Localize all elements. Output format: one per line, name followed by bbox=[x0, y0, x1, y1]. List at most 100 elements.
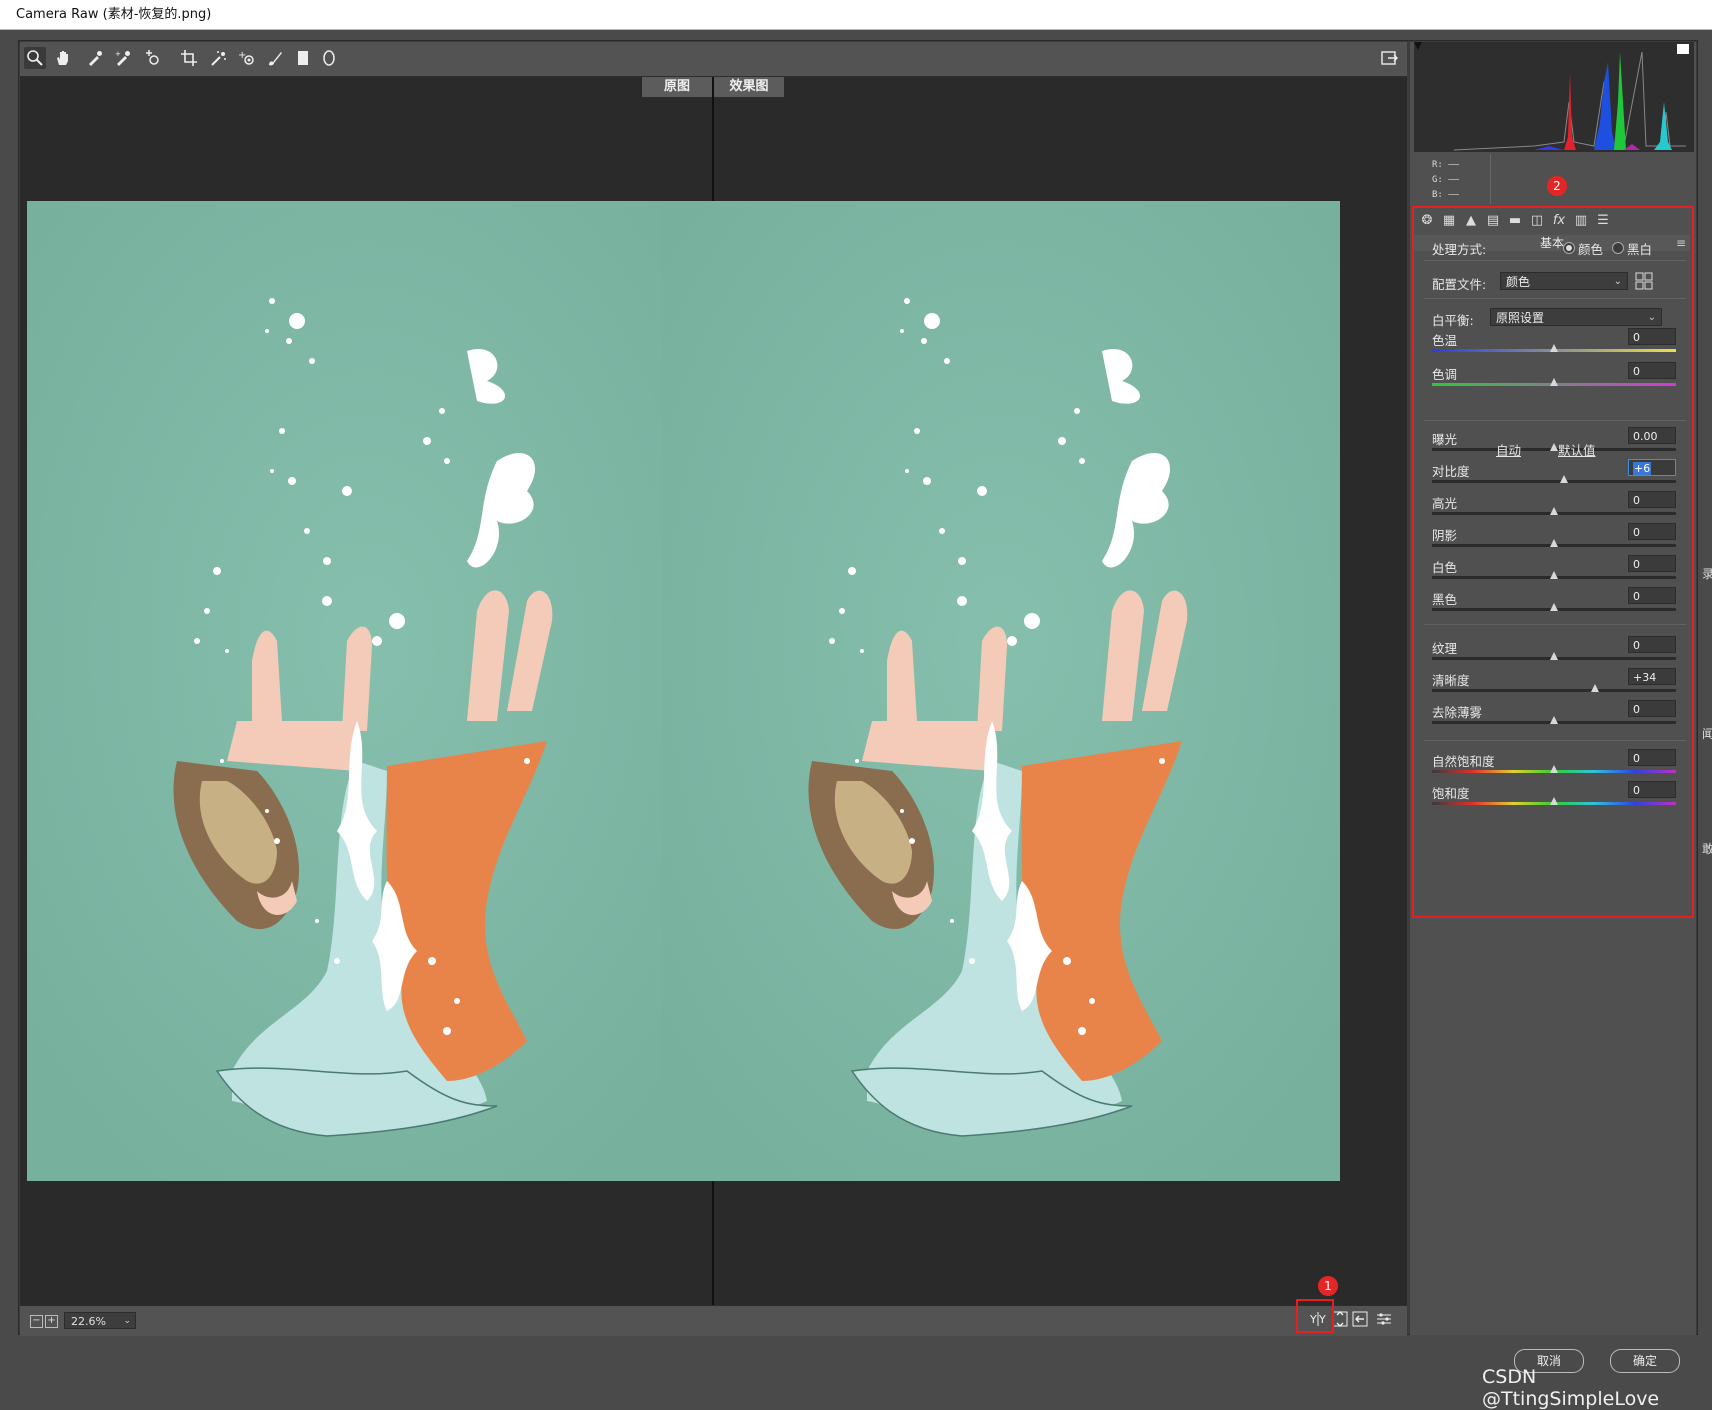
watermark: CSDN @TtingSimpleLove bbox=[1482, 1366, 1660, 1410]
zoom-icon[interactable] bbox=[24, 47, 46, 69]
default-link[interactable]: 默认值 bbox=[1558, 440, 1596, 459]
slider-track[interactable] bbox=[1432, 480, 1676, 483]
slider-track[interactable] bbox=[1432, 689, 1676, 692]
slider-value: 0.00 bbox=[1633, 430, 1658, 443]
slider-thumb[interactable] bbox=[1559, 475, 1568, 483]
slider-value-input[interactable]: 0 bbox=[1628, 491, 1676, 508]
radial-filter-icon[interactable] bbox=[318, 47, 340, 69]
profile-value: 颜色 bbox=[1506, 275, 1531, 289]
slider-value-input[interactable]: 0 bbox=[1628, 523, 1676, 540]
slider-value-input[interactable]: 0 bbox=[1628, 555, 1676, 572]
tab-calibration-icon[interactable]: ▥ bbox=[1572, 212, 1590, 230]
slider-label: 清晰度 bbox=[1432, 673, 1470, 688]
slider-thumb[interactable] bbox=[1550, 443, 1558, 451]
treatment-color-radio[interactable] bbox=[1563, 242, 1575, 254]
copy-settings-icon[interactable] bbox=[1350, 1311, 1370, 1329]
slider-thumb[interactable] bbox=[1550, 539, 1558, 547]
slider-label: 高光 bbox=[1432, 496, 1458, 511]
targeted-adjustment-icon[interactable] bbox=[142, 47, 164, 69]
slider-value-input[interactable]: 0 bbox=[1628, 587, 1676, 604]
white-balance-label: 白平衡: bbox=[1432, 313, 1474, 328]
tab-basic-icon[interactable]: ❂ bbox=[1418, 212, 1436, 230]
tab-hsl-icon[interactable]: ▤ bbox=[1484, 212, 1502, 230]
after-image bbox=[662, 201, 1340, 1181]
slider-thumb[interactable] bbox=[1591, 684, 1600, 692]
profile-label: 配置文件: bbox=[1432, 277, 1487, 292]
slider-value-input[interactable]: 0 bbox=[1628, 781, 1676, 798]
divider bbox=[1424, 260, 1686, 261]
slider-label: 阴影 bbox=[1432, 528, 1458, 543]
slider-label: 色调 bbox=[1432, 367, 1458, 382]
zoom-in-button[interactable]: + bbox=[45, 1315, 58, 1328]
zoom-level-select[interactable]: 22.6% ⌄ bbox=[64, 1312, 136, 1329]
tab-tone-curve-icon[interactable]: ▦ bbox=[1440, 212, 1458, 230]
chevron-down-icon: ⌄ bbox=[1647, 312, 1656, 323]
annotation-badge-1: 1 bbox=[1318, 1276, 1338, 1296]
white-balance-value: 原照设置 bbox=[1496, 311, 1545, 325]
crop-icon[interactable] bbox=[178, 47, 200, 69]
slider-value: 0 bbox=[1633, 494, 1640, 507]
slider-thumb[interactable] bbox=[1550, 797, 1558, 805]
slider-label: 色温 bbox=[1432, 333, 1458, 348]
spot-removal-icon[interactable] bbox=[208, 47, 230, 69]
divider bbox=[1424, 740, 1686, 741]
slider-label: 黑色 bbox=[1432, 592, 1458, 607]
before-image bbox=[27, 201, 705, 1181]
auto-link[interactable]: 自动 bbox=[1496, 440, 1521, 459]
tab-presets-icon[interactable]: ☰ bbox=[1594, 212, 1612, 230]
window-title: Camera Raw (素材-恢复的.png) bbox=[0, 0, 1712, 30]
slider-value-input[interactable]: 0 bbox=[1628, 636, 1676, 653]
slider-value-input[interactable]: 0 bbox=[1628, 749, 1676, 766]
white-balance-icon[interactable] bbox=[84, 47, 106, 69]
graduated-filter-icon[interactable] bbox=[292, 47, 314, 69]
adjustment-brush-icon[interactable] bbox=[264, 47, 286, 69]
readout-divider bbox=[1490, 154, 1491, 204]
slider-thumb[interactable] bbox=[1550, 571, 1558, 579]
tab-detail-icon[interactable]: ▲ bbox=[1462, 212, 1480, 230]
tab-lens-icon[interactable]: ◫ bbox=[1528, 212, 1546, 230]
tab-effects-icon[interactable]: fx bbox=[1550, 212, 1568, 230]
slider-thumb[interactable] bbox=[1550, 716, 1558, 724]
highlight-box-1 bbox=[1296, 1299, 1334, 1333]
slider-thumb[interactable] bbox=[1550, 378, 1558, 386]
after-label: 效果图 bbox=[714, 77, 784, 97]
hand-icon[interactable] bbox=[52, 47, 74, 69]
slider-thumb[interactable] bbox=[1550, 765, 1558, 773]
divider bbox=[1424, 420, 1686, 421]
panel-menu-icon[interactable]: ≡ bbox=[1676, 235, 1686, 251]
slider-label: 对比度 bbox=[1432, 464, 1470, 479]
slider-value-input[interactable]: 0 bbox=[1628, 362, 1676, 379]
slider-value: +34 bbox=[1633, 671, 1657, 684]
slider-value: 0 bbox=[1633, 639, 1640, 652]
slider-value-input[interactable]: 0 bbox=[1628, 700, 1676, 717]
annotation-badge-2: 2 bbox=[1547, 176, 1567, 196]
preview-settings-icon[interactable] bbox=[1374, 1311, 1394, 1329]
red-eye-icon[interactable]: + bbox=[236, 47, 258, 69]
slider-value-input[interactable]: +34 bbox=[1628, 668, 1676, 685]
slider-value: 0 bbox=[1633, 703, 1640, 716]
slider-thumb[interactable] bbox=[1550, 507, 1558, 515]
profile-dropdown[interactable]: 颜色 ⌄ bbox=[1500, 272, 1628, 290]
treatment-color-label: 颜色 bbox=[1578, 242, 1604, 257]
bottom-toolbar: − + 22.6% ⌄ YY bbox=[20, 1305, 1407, 1336]
treatment-bw-radio[interactable] bbox=[1612, 242, 1624, 254]
slider-value: 0 bbox=[1633, 558, 1640, 571]
slider-value: +6 bbox=[1633, 462, 1652, 475]
readout-r: R: —— bbox=[1432, 160, 1460, 170]
tab-split-toning-icon[interactable]: ▬ bbox=[1506, 212, 1524, 230]
treatment-bw-label: 黑白 bbox=[1627, 242, 1653, 257]
slider-value-input[interactable]: 0 bbox=[1628, 328, 1676, 345]
zoom-out-button[interactable]: − bbox=[30, 1315, 43, 1328]
edge-marker: 闻 bbox=[1702, 727, 1712, 741]
open-preferences-icon[interactable] bbox=[1378, 47, 1400, 69]
slider-value-input[interactable]: +6 bbox=[1628, 459, 1676, 476]
slider-thumb[interactable] bbox=[1550, 344, 1558, 352]
color-sampler-icon[interactable]: + bbox=[112, 47, 134, 69]
slider-value-input[interactable]: 0.00 bbox=[1628, 427, 1676, 444]
svg-text:+: + bbox=[115, 50, 121, 58]
slider-thumb[interactable] bbox=[1550, 603, 1558, 611]
slider-thumb[interactable] bbox=[1550, 652, 1558, 660]
white-balance-dropdown[interactable]: 原照设置 ⌄ bbox=[1490, 308, 1662, 326]
profile-browser-icon[interactable] bbox=[1634, 271, 1654, 295]
slider-label: 曝光 bbox=[1432, 432, 1458, 447]
